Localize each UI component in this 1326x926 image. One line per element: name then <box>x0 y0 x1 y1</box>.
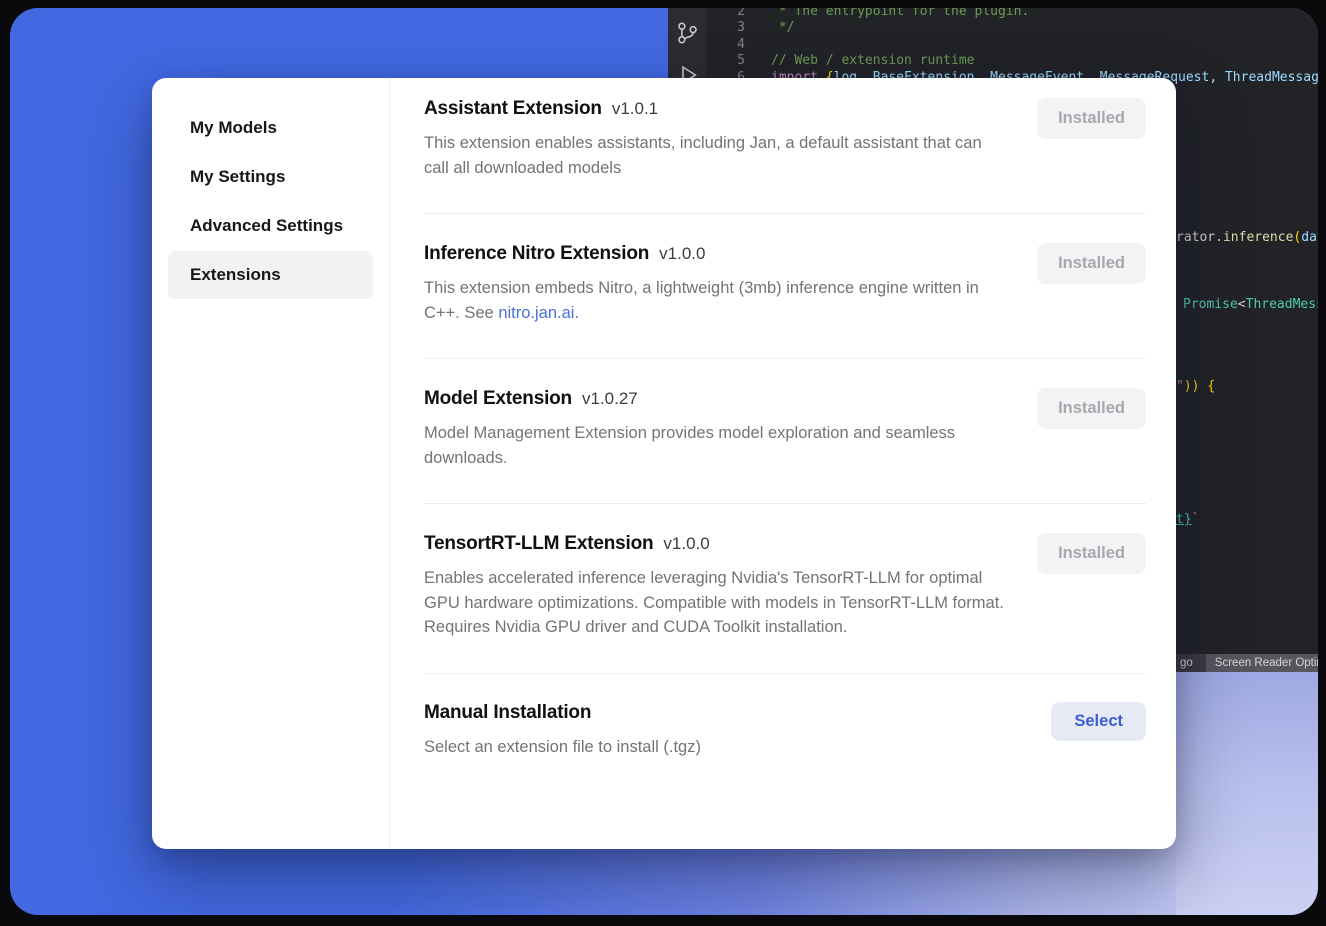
app-window: 2 * The entrypoint for the plugin. 3 */ … <box>10 8 1318 915</box>
extension-title: Model Extension v1.0.27 <box>424 388 1009 410</box>
installed-button[interactable]: Installed <box>1037 243 1146 284</box>
screen-reader-status-item[interactable]: Screen Reader Optimize <box>1206 654 1318 672</box>
extension-name: TensortRT-LLM Extension <box>424 533 653 554</box>
extension-row-assistant: Assistant Extension v1.0.1 This extension… <box>424 78 1146 214</box>
extension-version: v1.0.1 <box>612 99 658 118</box>
line-number: 3 <box>706 20 745 36</box>
status-item[interactable]: go <box>1180 657 1193 669</box>
select-file-button[interactable]: Select <box>1051 702 1146 741</box>
extension-description: This extension embeds Nitro, a lightweig… <box>424 276 1009 325</box>
settings-sidebar: My Models My Settings Advanced Settings … <box>152 78 390 849</box>
extension-description: Model Management Extension provides mode… <box>424 421 1009 470</box>
installed-button[interactable]: Installed <box>1037 388 1146 429</box>
extension-name: Inference Nitro Extension <box>424 243 649 264</box>
extension-name: Model Extension <box>424 388 572 409</box>
line-number: 5 <box>706 53 745 69</box>
extension-version: v1.0.27 <box>582 389 638 408</box>
extension-row-tensorrt: TensortRT-LLM Extension v1.0.0 Enables ac… <box>424 504 1146 674</box>
line-number: 2 <box>706 8 745 20</box>
code-line: 3 */ <box>706 20 1318 36</box>
extension-row-model: Model Extension v1.0.27 Model Management … <box>424 359 1146 504</box>
installed-button[interactable]: Installed <box>1037 533 1146 574</box>
code-fragment: rator.inference(data)); <box>1176 230 1318 245</box>
sidebar-item-advanced-settings[interactable]: Advanced Settings <box>168 202 373 250</box>
extension-row-nitro: Inference Nitro Extension v1.0.0 This ext… <box>424 214 1146 359</box>
settings-modal: My Models My Settings Advanced Settings … <box>152 78 1176 849</box>
code-line: 2 * The entrypoint for the plugin. <box>706 8 1318 20</box>
git-branch-icon[interactable] <box>674 18 701 48</box>
extension-version: v1.0.0 <box>663 534 709 553</box>
extension-title: Assistant Extension v1.0.1 <box>424 98 1009 120</box>
code-lines: 2 * The entrypoint for the plugin. 3 */ … <box>706 8 1318 86</box>
background-gradient <box>1176 672 1318 915</box>
extension-description: This extension enables assistants, inclu… <box>424 131 1009 180</box>
extension-title: Inference Nitro Extension v1.0.0 <box>424 243 1009 265</box>
manual-installation-row: Manual Installation Select an extension … <box>424 674 1146 760</box>
code-line: 5 // Web / extension runtime <box>706 53 1318 69</box>
code-line: 4 <box>706 37 1318 53</box>
code-text: // Web / extension runtime <box>745 53 975 69</box>
code-text <box>745 37 771 53</box>
sidebar-item-my-models[interactable]: My Models <box>168 104 373 152</box>
code-text: */ <box>745 20 794 36</box>
nitro-jan-ai-link[interactable]: nitro.jan.ai. <box>498 304 579 322</box>
extension-name: Assistant Extension <box>424 98 602 119</box>
sidebar-item-my-settings[interactable]: My Settings <box>168 153 373 201</box>
manual-installation-description: Select an extension file to install (.tg… <box>424 735 701 760</box>
manual-installation-title: Manual Installation <box>424 702 701 724</box>
extension-version: v1.0.0 <box>659 244 705 263</box>
sidebar-item-extensions[interactable]: Extensions <box>168 251 373 299</box>
line-number: 4 <box>706 37 745 53</box>
code-fragment: ")) { <box>1176 379 1215 394</box>
installed-button[interactable]: Installed <box>1037 98 1146 139</box>
extensions-panel: Assistant Extension v1.0.1 This extension… <box>390 78 1176 849</box>
code-text: * The entrypoint for the plugin. <box>745 8 1029 20</box>
code-fragment: Promise<ThreadMessage> <box>1183 297 1318 312</box>
code-fragment: t}` <box>1176 512 1199 527</box>
extension-description: Enables accelerated inference leveraging… <box>424 566 1009 640</box>
extension-title: TensortRT-LLM Extension v1.0.0 <box>424 533 1009 555</box>
